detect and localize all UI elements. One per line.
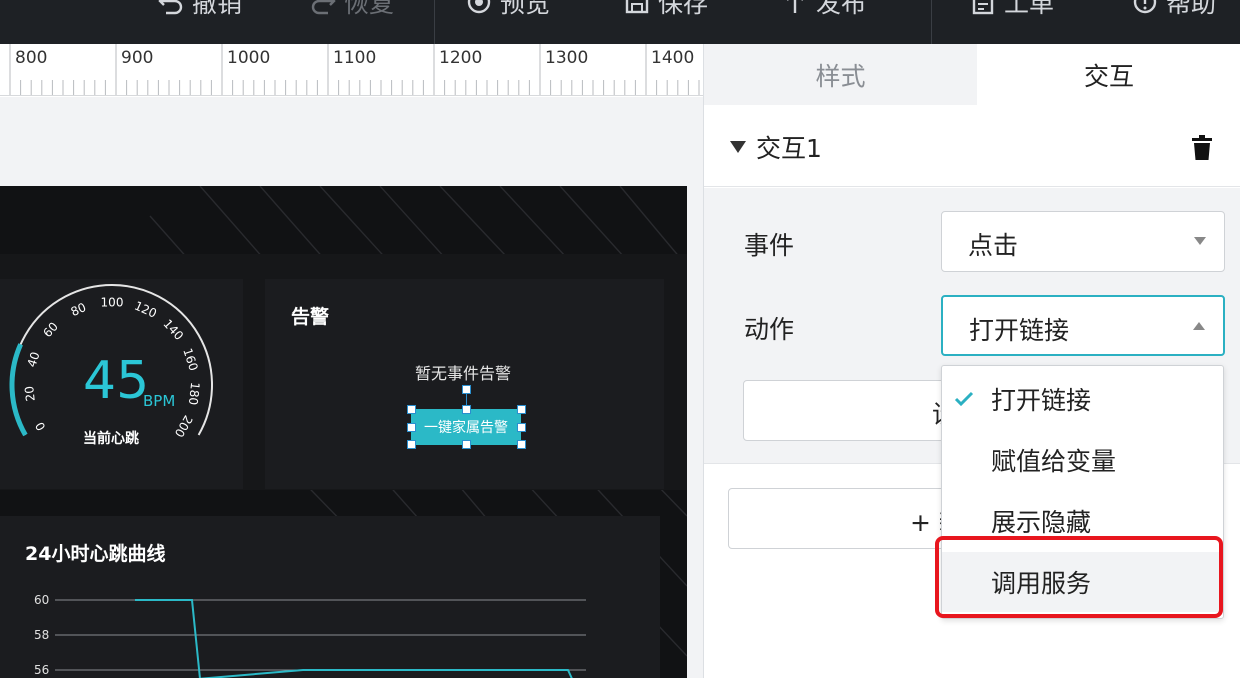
ruler-label: 1100 <box>333 48 377 68</box>
collapse-triangle-icon[interactable] <box>730 141 746 153</box>
help-button[interactable]: 帮助 <box>1132 0 1216 18</box>
rotate-handle[interactable] <box>462 385 471 394</box>
publish-icon <box>787 0 803 13</box>
action-select-value: 打开链接 <box>969 316 1070 345</box>
chevron-up-icon <box>1193 322 1205 330</box>
gauge-tick-label: 0 <box>33 419 49 433</box>
gauge-value: 45 <box>83 351 150 411</box>
undo-button[interactable]: 撤销 <box>158 0 242 18</box>
gauge-unit: BPM <box>143 392 176 410</box>
dropdown-option-label: 展示隐藏 <box>991 508 1092 537</box>
gauge-caption: 当前心跳 <box>83 431 139 447</box>
undo-icon <box>158 0 183 15</box>
help-icon <box>1133 0 1157 14</box>
preview-button[interactable]: 预览 <box>466 0 550 18</box>
interaction-header[interactable]: 交互1 <box>704 105 1240 187</box>
action-label: 动作 <box>744 315 795 344</box>
publish-button[interactable]: 发布 <box>782 0 866 18</box>
chart-y-tick-label: 58 <box>34 628 49 642</box>
chevron-down-icon <box>1194 237 1206 245</box>
event-select[interactable]: 点击 <box>941 211 1225 272</box>
dropdown-option-label: 打开链接 <box>991 386 1092 415</box>
interaction-title-row[interactable]: 交互1 <box>730 129 822 165</box>
event-label: 事件 <box>744 231 795 260</box>
save-icon <box>625 0 649 14</box>
gauge-tick-label: 160 <box>180 346 200 372</box>
horizontal-ruler: 800 900 1000 1100 1200 1300 1400 <box>0 44 703 96</box>
chart-y-tick-label: 56 <box>34 663 49 677</box>
dropdown-option-label: 赋值给变量 <box>991 447 1117 476</box>
dropdown-option-open-link[interactable]: 打开链接 <box>942 369 1222 429</box>
chart-series-line <box>135 599 573 678</box>
alarm-panel-title: 告警 <box>291 306 330 328</box>
chart-y-tick-label: 60 <box>34 593 49 607</box>
ruler-label: 1000 <box>227 48 271 68</box>
resize-handle[interactable] <box>462 405 471 414</box>
ticket-icon <box>972 0 994 15</box>
resize-handle[interactable] <box>517 440 526 449</box>
save-label: 保存 <box>658 0 709 18</box>
resize-handle[interactable] <box>407 440 416 449</box>
ruler-label: 1300 <box>545 48 589 68</box>
undo-label: 撤销 <box>192 0 243 18</box>
ruler-label: 1200 <box>439 48 483 68</box>
resize-handle[interactable] <box>407 405 416 414</box>
redo-icon <box>311 0 336 15</box>
tab-interaction[interactable]: 交互 <box>977 44 1240 105</box>
toolbar-divider <box>931 0 932 44</box>
action-select[interactable]: 打开链接 <box>941 295 1225 356</box>
heart-rate-line-chart: 60 58 56 <box>34 593 586 678</box>
gauge-tick-label: 100 <box>101 296 124 310</box>
trash-icon[interactable] <box>1191 135 1213 161</box>
redo-label: 恢复 <box>344 0 395 18</box>
gauge-tick-label: 120 <box>132 299 159 321</box>
ruler-label: 800 <box>15 48 48 68</box>
resize-handle[interactable] <box>462 440 471 449</box>
interaction-title: 交互1 <box>756 134 822 163</box>
ruler-label: 1400 <box>651 48 695 68</box>
gauge-tick-label: 140 <box>160 317 186 343</box>
ticket-label: 工单 <box>1004 0 1055 18</box>
alarm-empty-text: 暂无事件告警 <box>415 364 512 383</box>
chart-title: 24小时心跳曲线 <box>25 543 166 565</box>
gauge-tick-label: 60 <box>40 319 61 340</box>
resize-handle[interactable] <box>407 423 416 432</box>
checkmark-icon <box>954 391 974 407</box>
gauge-tick-label: 80 <box>69 300 89 319</box>
eye-icon <box>467 0 491 14</box>
gauge-tick-label: 40 <box>25 350 43 369</box>
help-label: 帮助 <box>1166 0 1217 18</box>
redo-button[interactable]: 恢复 <box>310 0 394 18</box>
resize-handle[interactable] <box>517 423 526 432</box>
top-toolbar: 撤销 恢复 预览 保存 发布 工单 帮助 <box>0 0 1240 44</box>
preview-label: 预览 <box>500 0 551 18</box>
event-select-value: 点击 <box>968 231 1019 260</box>
resize-handle[interactable] <box>517 405 526 414</box>
highlight-annotation <box>935 536 1223 618</box>
dropdown-option-assign-variable[interactable]: 赋值给变量 <box>942 430 1222 490</box>
toolbar-divider <box>434 0 435 44</box>
publish-label: 发布 <box>816 0 867 18</box>
ticket-button[interactable]: 工单 <box>970 0 1054 18</box>
ruler-label: 900 <box>121 48 154 68</box>
tab-style[interactable]: 样式 <box>704 44 977 105</box>
gauge-tick-label: 180 <box>186 382 202 406</box>
settings-button[interactable]: 设 <box>743 380 963 441</box>
gauge-tick-label: 200 <box>172 413 196 440</box>
save-button[interactable]: 保存 <box>624 0 708 18</box>
gauge-tick-label: 20 <box>22 385 38 402</box>
add-interaction-button[interactable]: + 新 <box>728 488 968 549</box>
